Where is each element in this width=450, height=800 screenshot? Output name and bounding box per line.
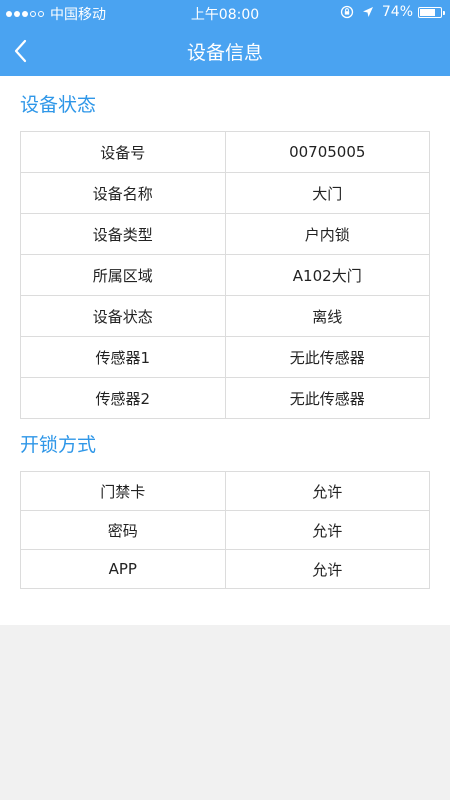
row-value: 无此传感器 xyxy=(224,336,430,378)
row-value: 大门 xyxy=(224,172,430,214)
row-label: 设备号 xyxy=(20,131,226,173)
row-value: 00705005 xyxy=(224,131,430,173)
row-value: 离线 xyxy=(224,295,430,337)
table-row: 门禁卡 允许 xyxy=(20,471,430,511)
status-bar-right: 74% xyxy=(340,4,445,20)
table-row: 密码 允许 xyxy=(20,510,430,550)
row-value: A102大门 xyxy=(224,254,430,296)
row-label: 设备名称 xyxy=(20,172,226,214)
table-row: 传感器1 无此传感器 xyxy=(20,336,430,378)
table-row: 设备类型 户内锁 xyxy=(20,213,430,255)
row-label: 传感器2 xyxy=(20,377,226,419)
row-label: 门禁卡 xyxy=(20,471,226,511)
table-row: 传感器2 无此传感器 xyxy=(20,377,430,419)
rotation-lock-icon xyxy=(340,5,354,19)
row-label: 传感器1 xyxy=(20,336,226,378)
table-row: 所属区域 A102大门 xyxy=(20,254,430,296)
unlock-methods-table: 门禁卡 允许 密码 允许 APP 允许 xyxy=(20,471,430,589)
page-title: 设备信息 xyxy=(186,42,263,64)
device-status-table: 设备号 00705005 设备名称 大门 设备类型 户内锁 所属区域 A102大… xyxy=(20,131,430,419)
row-label: 设备类型 xyxy=(20,213,226,255)
navigation-bar: 设备信息 xyxy=(0,26,450,76)
row-value: 允许 xyxy=(224,471,430,511)
status-bar: 中国移动 上午08:00 74% xyxy=(0,0,450,26)
row-label: APP xyxy=(20,549,226,589)
table-row: APP 允许 xyxy=(20,549,430,589)
row-label: 设备状态 xyxy=(20,295,226,337)
table-row: 设备号 00705005 xyxy=(20,131,430,173)
row-value: 允许 xyxy=(224,549,430,589)
row-label: 所属区域 xyxy=(20,254,226,296)
table-row: 设备状态 离线 xyxy=(20,295,430,337)
app-header: 中国移动 上午08:00 74% 设备信息 xyxy=(0,0,450,76)
battery-icon xyxy=(418,6,445,18)
battery-fill xyxy=(420,8,435,16)
battery-tip xyxy=(443,10,445,15)
location-arrow-icon xyxy=(362,6,374,18)
table-row: 设备名称 大门 xyxy=(20,172,430,214)
battery-percentage: 74% xyxy=(381,4,413,20)
device-status-heading: 设备状态 xyxy=(20,94,97,116)
content-panel: 设备状态 设备号 00705005 设备名称 大门 设备类型 户内锁 所属区域 … xyxy=(0,76,450,625)
row-value: 允许 xyxy=(224,510,430,550)
row-label: 密码 xyxy=(20,510,226,550)
row-value: 户内锁 xyxy=(224,213,430,255)
unlock-methods-heading: 开锁方式 xyxy=(20,434,97,456)
row-value: 无此传感器 xyxy=(224,377,430,419)
